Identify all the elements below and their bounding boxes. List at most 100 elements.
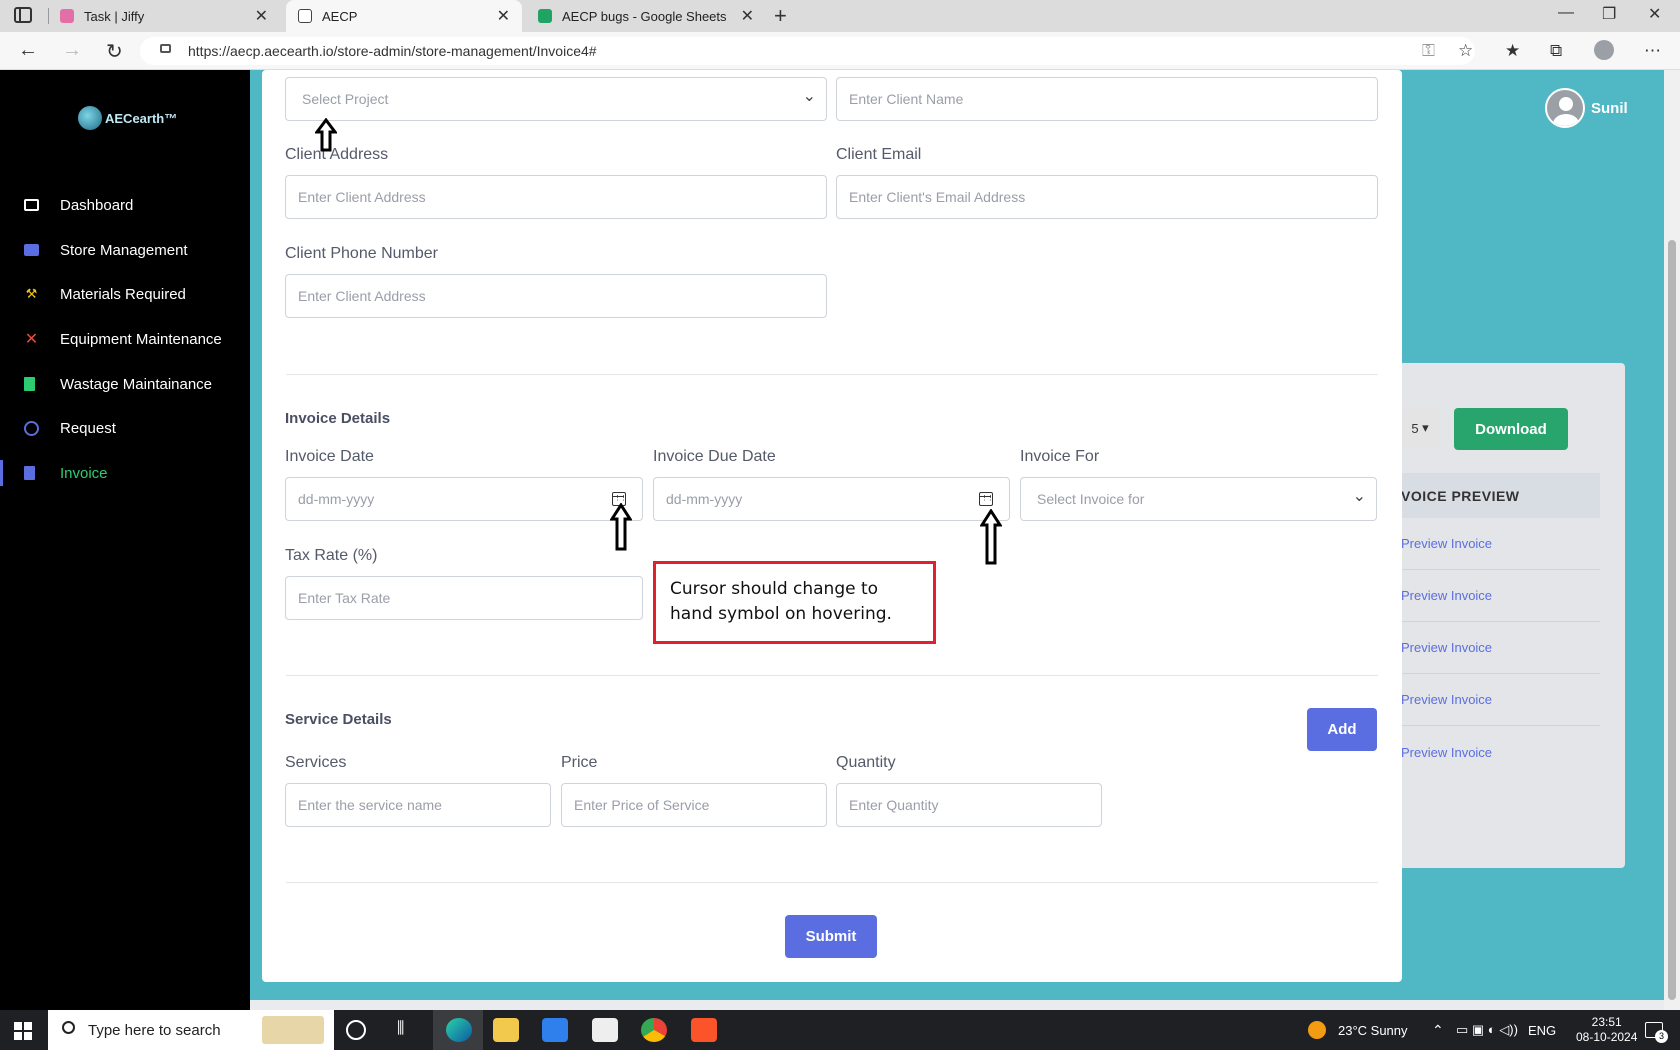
sun-icon [1308,1021,1326,1039]
page-size-value: 5 [1411,420,1419,436]
close-window-icon[interactable]: ✕ [1648,4,1661,24]
language-indicator[interactable]: ENG [1528,1010,1556,1050]
table-row[interactable]: Preview Invoice [1395,518,1600,570]
chrome-icon[interactable] [641,1018,667,1042]
cortana-icon[interactable] [346,1020,366,1040]
add-service-button[interactable]: Add [1307,708,1377,751]
tab-aecp[interactable]: AECP ✕ [286,0,522,32]
close-tab-icon[interactable]: ✕ [497,6,510,26]
back-icon[interactable]: ← [18,39,38,62]
divider [286,882,1378,883]
table-row[interactable]: Preview Invoice [1395,622,1600,674]
minimize-icon[interactable]: — [1558,4,1574,22]
tray-icons[interactable]: ▭ ▣ ◐ ◁)) [1456,1010,1518,1050]
forward-icon[interactable]: → [62,39,82,62]
tab-jiffy[interactable]: Task | Jiffy ✕ [48,0,280,32]
calendar-icon[interactable] [979,492,993,506]
sidebar: AECearth™ Dashboard Store Management ⚒ M… [0,70,250,1010]
sidebar-item-wastage-maintainance[interactable]: Wastage Maintainance [0,367,250,401]
download-button[interactable]: Download [1454,408,1568,450]
divider [286,374,1378,375]
favorites-icon[interactable]: ★ [1505,41,1520,61]
more-icon[interactable]: ⋯ [1644,41,1661,61]
sidebar-item-label: Equipment Maintenance [60,330,222,348]
new-tab-icon[interactable]: + [774,3,787,29]
globe-logo-icon [78,106,102,130]
submit-button[interactable]: Submit [785,915,877,958]
key-icon[interactable]: ⚿ [1422,41,1435,61]
preview-invoice-link[interactable]: Preview Invoice [1401,745,1492,760]
sidebar-item-equipment-maintenance[interactable]: ✕ Equipment Maintenance [0,322,250,356]
store-icon [24,244,39,256]
table-row[interactable]: Preview Invoice [1395,570,1600,622]
preview-invoice-link[interactable]: Preview Invoice [1401,640,1492,655]
scrollbar-thumb[interactable] [1668,240,1676,1000]
invoice-due-date-placeholder: dd-mm-yyyy [666,491,743,507]
close-tab-icon[interactable]: ✕ [741,6,754,26]
restore-icon[interactable]: ❐ [1602,4,1616,24]
client-address-input[interactable]: Enter Client Address [285,175,827,219]
notification-count: 3 [1655,1030,1668,1043]
sidebar-item-label: Request [60,419,116,437]
logo[interactable]: AECearth™ [78,106,177,130]
url-text: https://aecp.aecearth.io/store-admin/sto… [188,43,597,59]
preview-invoice-link[interactable]: Preview Invoice [1401,692,1492,707]
browser-tab-bar: Task | Jiffy ✕ AECP ✕ AECP bugs - Google… [0,0,1680,32]
clock[interactable]: 23:51 08-10-2024 [1576,1010,1637,1050]
file-explorer-icon[interactable] [493,1018,519,1042]
service-name-input[interactable]: Enter the service name [285,783,551,827]
invoice-for-dropdown[interactable]: Select Invoice for [1020,477,1377,521]
client-email-input[interactable]: Enter Client's Email Address [836,175,1378,219]
monitor-icon [24,199,39,211]
windows-start-icon[interactable] [14,1022,32,1040]
store-app-icon[interactable] [542,1018,568,1042]
taskbar-search-box[interactable]: Type here to search [48,1010,334,1050]
sidebar-item-label: Store Management [60,241,188,259]
file-icon [24,466,35,480]
page-scrollbar[interactable] [1664,70,1680,1010]
chevron-up-icon[interactable]: ⌃ [1432,1010,1444,1050]
client-phone-input[interactable]: Enter Client Address [285,274,827,318]
table-row[interactable]: Preview Invoice [1395,726,1600,778]
table-row[interactable]: Preview Invoice [1395,674,1600,726]
notification-center-icon[interactable]: 3 [1645,1010,1668,1050]
url-field[interactable]: https://aecp.aecearth.io/store-admin/sto… [140,37,1475,65]
service-details-title: Service Details [285,711,392,728]
select-project-dropdown[interactable]: Select Project [285,77,827,121]
sidebar-item-materials-required[interactable]: ⚒ Materials Required [0,277,250,311]
collections-icon[interactable]: ⧉ [1550,41,1562,61]
weather-text: 23°C Sunny [1338,1022,1408,1038]
preview-invoice-link[interactable]: Preview Invoice [1401,588,1492,603]
task-view-icon[interactable]: ⫼ [397,1020,417,1040]
price-input[interactable]: Enter Price of Service [561,783,827,827]
add-favorite-icon[interactable]: ☆ [1458,41,1473,61]
tax-rate-input[interactable]: Enter Tax Rate [285,576,643,620]
user-menu[interactable]: Sunil [1545,88,1628,128]
close-tab-icon[interactable]: ✕ [255,6,268,26]
weather-widget[interactable]: 23°C Sunny [1308,1010,1408,1050]
avatar [1545,88,1585,128]
client-name-input[interactable]: Enter Client Name [836,77,1378,121]
reload-icon[interactable]: ↻ [106,39,123,64]
tab-google-sheets[interactable]: AECP bugs - Google Sheets ✕ [526,0,766,32]
preview-invoice-link[interactable]: Preview Invoice [1401,536,1492,551]
tab-label: AECP bugs - Google Sheets [562,8,727,24]
sidebar-item-invoice[interactable]: Invoice [0,456,250,490]
brave-icon[interactable] [691,1018,717,1042]
page-size-dropdown[interactable]: 5 ▾ [1400,408,1440,448]
trash-icon [24,377,35,391]
quantity-input[interactable]: Enter Quantity [836,783,1102,827]
sidebar-item-request[interactable]: Request [0,411,250,445]
mail-icon[interactable] [592,1018,618,1042]
invoice-date-input[interactable]: dd-mm-yyyy [285,477,643,521]
invoice-due-date-input[interactable]: dd-mm-yyyy [653,477,1010,521]
sidebar-item-label: Wastage Maintainance [60,375,213,393]
tab-actions-icon[interactable] [14,7,32,23]
address-bar: ← → ↻ https://aecp.aecearth.io/store-adm… [0,32,1680,70]
sidebar-item-store-management[interactable]: Store Management [0,233,250,267]
profile-icon[interactable] [1594,40,1614,60]
annotation-arrow-icon [980,509,1002,565]
sheets-favicon-icon [538,9,552,23]
sidebar-item-dashboard[interactable]: Dashboard [0,188,250,222]
edge-icon[interactable] [446,1018,472,1042]
